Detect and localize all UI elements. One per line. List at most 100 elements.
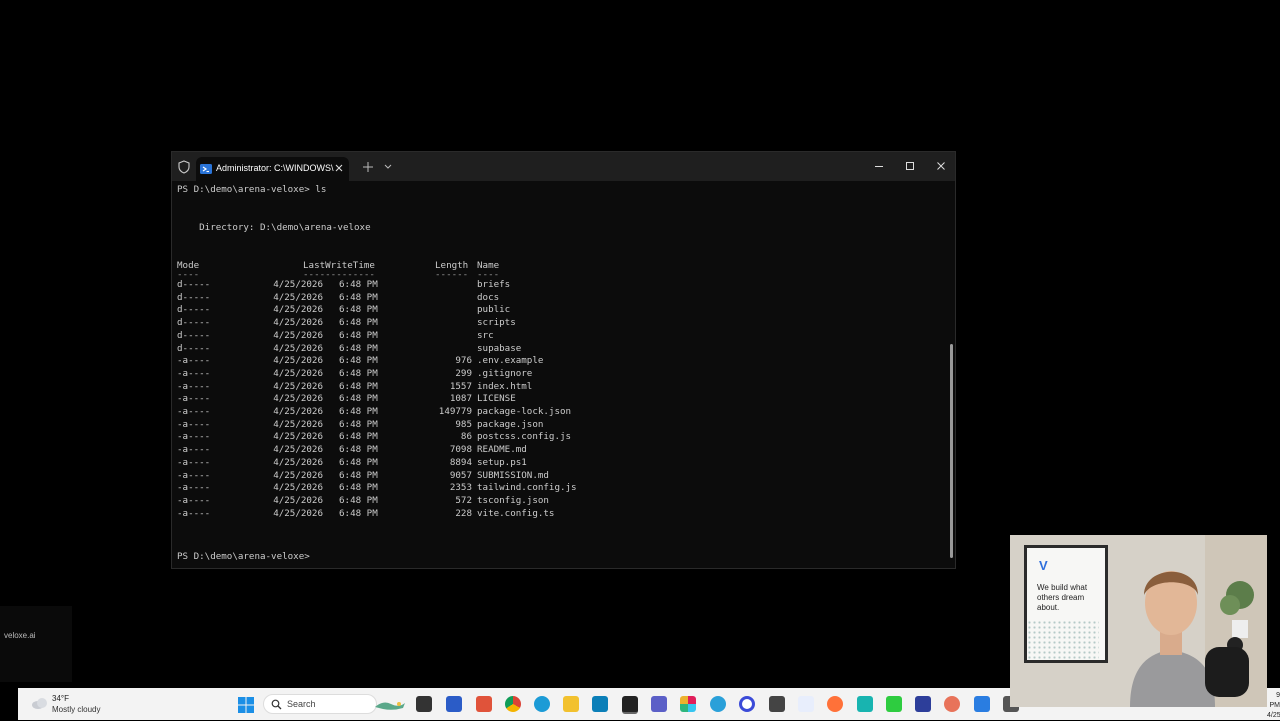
entry-time: 6:48 PM xyxy=(339,342,378,354)
entry-date: 4/25/2026 xyxy=(273,406,323,417)
slack-icon[interactable] xyxy=(680,696,696,712)
entry-name: package-lock.json xyxy=(477,406,572,417)
entry-name: public xyxy=(477,304,511,316)
entry-length: 976 xyxy=(455,355,472,367)
entry-time: 6:48 PM xyxy=(339,291,378,303)
app-icon-star[interactable] xyxy=(944,696,960,712)
telegram-icon[interactable] xyxy=(710,696,726,712)
close-window-icon[interactable] xyxy=(934,159,948,173)
entry-mode: -a---- xyxy=(177,406,211,417)
entry-mode: -a---- xyxy=(177,469,211,481)
entry-time: 6:48 PM xyxy=(339,406,378,417)
entry-time: 6:48 PM xyxy=(339,393,378,405)
entry-date: 4/25/2026 xyxy=(273,367,323,379)
entry-mode: -a---- xyxy=(177,418,211,430)
entry-length: 149779 xyxy=(438,406,472,417)
teams-icon[interactable] xyxy=(651,696,667,712)
chrome-icon[interactable] xyxy=(505,696,521,712)
entry-date: 4/25/2026 xyxy=(273,431,323,443)
entry-mode: d----- xyxy=(177,291,211,303)
brave-icon[interactable] xyxy=(476,696,492,712)
weather-temperature[interactable]: 34°F xyxy=(52,694,69,703)
entry-date: 4/25/2026 xyxy=(273,329,323,341)
entry-name: briefs xyxy=(477,279,511,290)
entry-time: 6:48 PM xyxy=(339,456,378,468)
maximize-icon[interactable] xyxy=(903,159,917,173)
store-icon[interactable] xyxy=(592,696,608,712)
entry-length: 228 xyxy=(455,507,472,519)
entry-date: 4/25/2026 xyxy=(273,393,323,405)
search-label: Search xyxy=(287,699,316,709)
search-highlight-icon[interactable] xyxy=(373,698,407,712)
app-icon-a[interactable] xyxy=(798,696,814,712)
entry-date: 4/25/2026 xyxy=(273,279,323,290)
tab-powershell[interactable]: Administrator: C:\WINDOWS\ xyxy=(196,157,349,181)
app-icon-b[interactable] xyxy=(915,696,931,712)
windows-start-icon[interactable] xyxy=(238,697,254,713)
watermark-box: veloxe.ai xyxy=(0,606,72,682)
entry-length: 9057 xyxy=(449,469,472,481)
app-icon-dark[interactable] xyxy=(769,696,785,712)
cloud-icon[interactable] xyxy=(30,696,50,710)
entry-name: README.md xyxy=(477,444,527,456)
new-tab-icon[interactable] xyxy=(362,161,374,173)
app-icon-green[interactable] xyxy=(886,696,902,712)
entry-length: 2353 xyxy=(449,482,472,494)
firefox-icon[interactable] xyxy=(827,696,843,712)
entry-name: LICENSE xyxy=(477,393,516,405)
vscode-icon[interactable] xyxy=(974,696,990,712)
entry-length: 985 xyxy=(455,418,472,430)
file-explorer-icon[interactable] xyxy=(563,696,579,712)
prompt-current: PS D:\demo\arena-veloxe> xyxy=(177,551,310,562)
entry-name: tsconfig.json xyxy=(477,494,549,506)
taskbar-search[interactable]: Search xyxy=(263,694,377,714)
entry-time: 6:48 PM xyxy=(339,304,378,316)
entry-date: 4/25/2026 xyxy=(273,444,323,456)
task-view-icon[interactable] xyxy=(416,696,432,712)
entry-mode: d----- xyxy=(177,279,211,290)
entry-time: 6:48 PM xyxy=(339,431,378,443)
entry-time: 6:48 PM xyxy=(339,444,378,456)
entry-name: setup.ps1 xyxy=(477,456,527,468)
app-icon-teal[interactable] xyxy=(857,696,873,712)
entry-mode: -a---- xyxy=(177,456,211,468)
poster-text: We build what others dream about. xyxy=(1037,583,1088,612)
entry-mode: -a---- xyxy=(177,482,211,494)
entry-name: docs xyxy=(477,291,500,303)
entry-length: 1557 xyxy=(449,380,472,392)
entry-length: 299 xyxy=(455,367,472,379)
entry-mode: d----- xyxy=(177,342,211,354)
chevron-down-icon[interactable] xyxy=(383,163,393,171)
app-icon-1[interactable] xyxy=(446,696,462,712)
watermark-text: veloxe.ai xyxy=(4,631,36,640)
title-bar[interactable]: Administrator: C:\WINDOWS\ xyxy=(172,152,955,181)
entry-name: src xyxy=(477,329,494,341)
entry-date: 4/25/2026 xyxy=(273,456,323,468)
minimize-icon[interactable] xyxy=(872,159,886,173)
weather-condition[interactable]: Mostly cloudy xyxy=(52,705,100,714)
system-clock[interactable]: 9 PM 4/25/202 xyxy=(1267,691,1280,721)
entry-length: 7098 xyxy=(449,444,472,456)
entry-time: 6:48 PM xyxy=(339,507,378,519)
entry-length: 572 xyxy=(455,494,472,506)
terminal-output[interactable]: PS D:\demo\arena-veloxe> ls Directory: D… xyxy=(177,183,945,566)
entry-length: 86 xyxy=(460,431,472,443)
entry-date: 4/25/2026 xyxy=(273,469,323,481)
terminal-taskbar-icon[interactable] xyxy=(622,696,638,714)
entry-name: .gitignore xyxy=(477,367,533,379)
clock-time: 9 PM xyxy=(1269,692,1280,709)
edge-icon[interactable] xyxy=(534,696,550,712)
close-tab-icon[interactable] xyxy=(332,161,346,175)
entry-mode: -a---- xyxy=(177,367,211,379)
terminal-window[interactable]: Administrator: C:\WINDOWS\ PS D:\demo\ar… xyxy=(171,151,956,569)
entry-mode: -a---- xyxy=(177,380,211,392)
entry-name: tailwind.config.js xyxy=(477,482,577,494)
entry-mode: -a---- xyxy=(177,393,211,405)
poster: V We build what others dream about. xyxy=(1024,545,1108,663)
entry-time: 6:48 PM xyxy=(339,317,378,329)
entry-date: 4/25/2026 xyxy=(273,317,323,329)
entry-name: vite.config.ts xyxy=(477,507,555,519)
scrollbar[interactable] xyxy=(950,344,953,558)
entry-mode: d----- xyxy=(177,329,211,341)
app-icon-circle[interactable] xyxy=(739,696,755,712)
